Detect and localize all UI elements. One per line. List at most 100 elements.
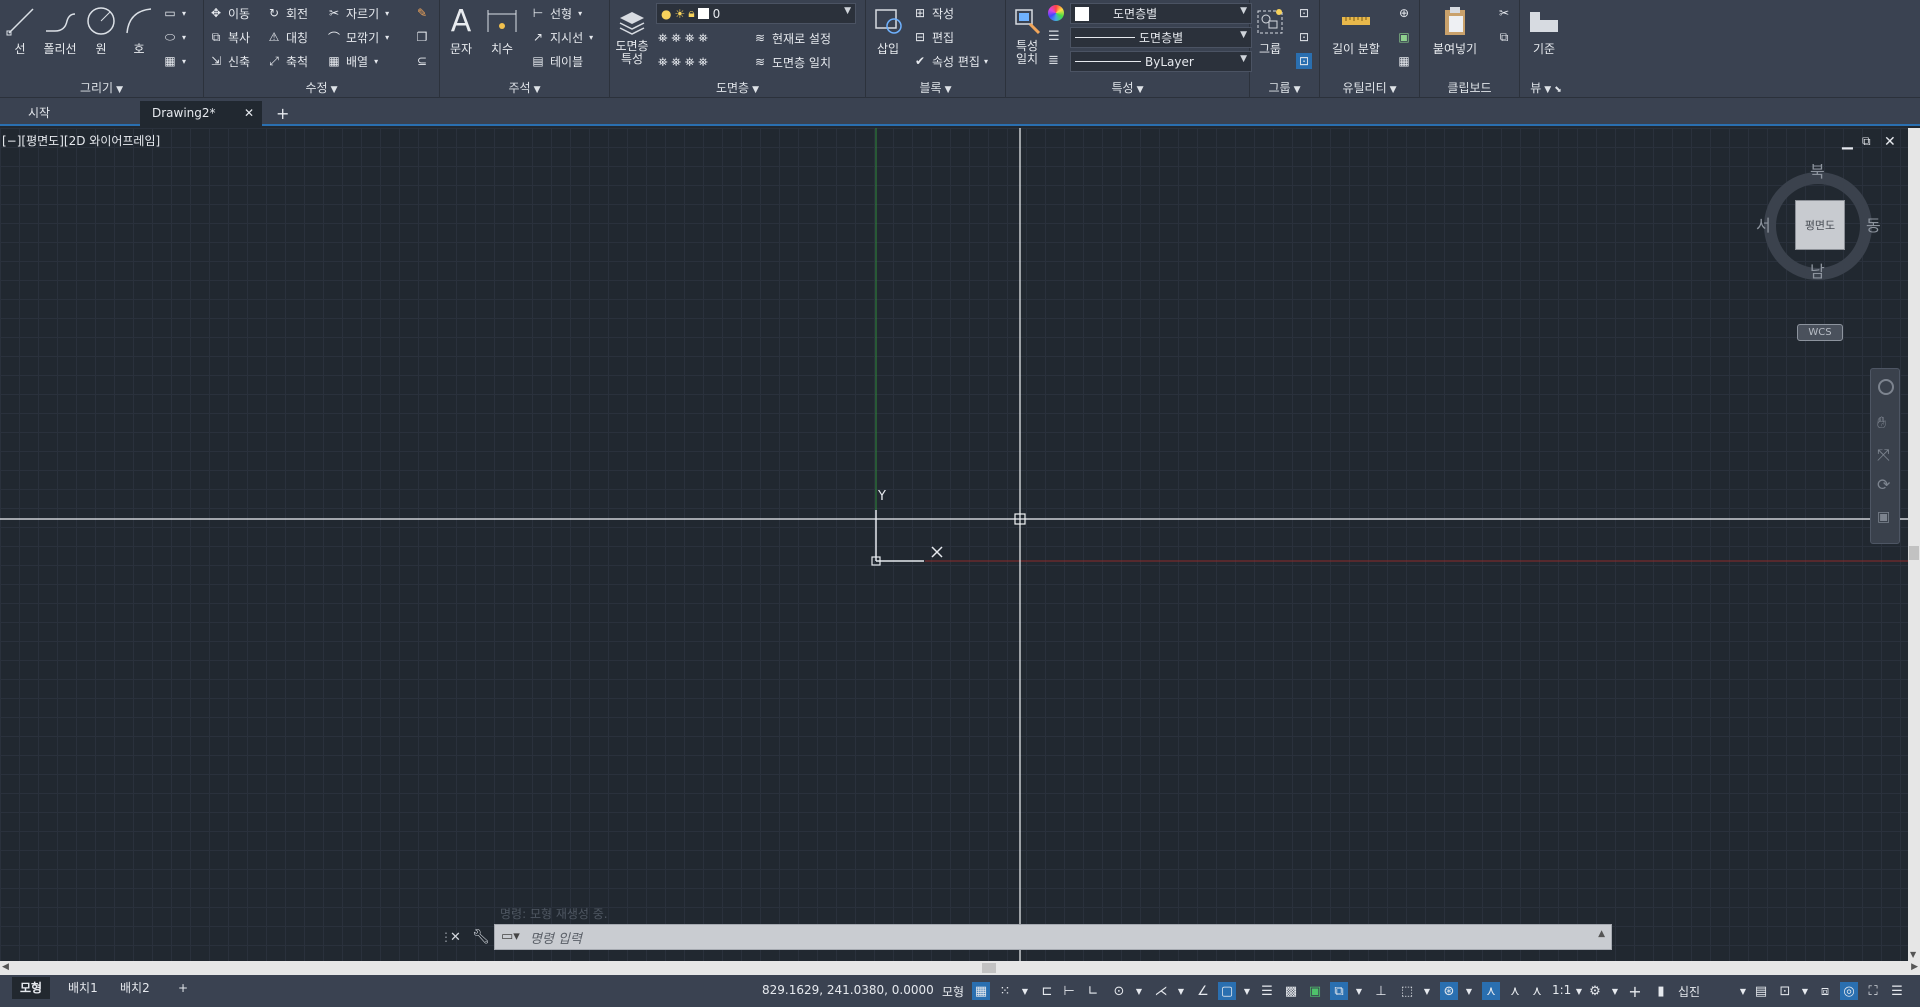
group-button[interactable]: 그룹 [1252,4,1288,57]
rectangle-button[interactable]: ▭ ▾ [162,2,186,24]
utility-id-button[interactable]: ⊕ [1396,2,1416,24]
lineweight-toggle-icon[interactable]: ☰ [1258,982,1276,1000]
viewport-close-icon[interactable]: ✕ [1884,134,1896,150]
arc-button[interactable]: 호 [122,4,156,57]
command-prompt-icon[interactable]: ▭▾ [501,929,520,944]
dynamic-input-icon[interactable]: ⊢ [1060,982,1078,1000]
groups-panel-title[interactable]: 그룹 ▼ [1250,78,1319,98]
selection-filter-menu-icon[interactable]: ▼ [1418,982,1436,1000]
annotation-scale-value[interactable]: 1:1 [1552,983,1571,997]
auto-scale-icon[interactable]: ⋏ [1506,982,1524,1000]
scale-button[interactable]: ⤢ 축척 [266,50,308,72]
scroll-right-arrow[interactable]: ▶ [1911,962,1918,972]
clean-screen-icon[interactable]: ⛶ [1864,982,1882,1000]
leader-button[interactable]: ↗ 지시선 ▾ [530,26,593,48]
selection-filter-icon[interactable]: ⬚ [1398,982,1416,1000]
polyline-button[interactable]: 폴리선 [40,4,80,57]
circle-button[interactable]: 원 [84,4,118,57]
isolate-objects-icon[interactable]: ⧈ [1816,982,1834,1000]
insert-block-button[interactable]: 삽입 [870,4,906,57]
create-block-button[interactable]: ⊞ 작성 [912,2,954,24]
hardware-acceleration-icon[interactable]: ◎ [1840,982,1858,1000]
tab-start[interactable]: 시작 [16,101,138,126]
layer-tool-icons-2[interactable]: ⛯ ⛯ ⛯ ⛯ [658,55,708,70]
showmotion-icon[interactable]: ▣ [1877,509,1890,525]
quick-select-button[interactable]: ▣ [1396,26,1416,48]
mirror-button[interactable]: ⚠ 대칭 [266,26,308,48]
layout-tab-model[interactable]: 모형 [12,977,51,999]
command-customize-icon[interactable]: 🔧︎ [472,929,490,945]
trim-button[interactable]: ✂ 자르기 ▾ [326,2,389,24]
linetype-dropdown[interactable]: 도면층별 ▼ [1070,27,1252,48]
hatch-button[interactable]: ▦ ▾ [162,50,186,72]
steering-wheel-icon[interactable] [1878,379,1894,395]
layers-panel-title[interactable]: 도면층 ▼ [610,78,865,98]
annotation-scale-icon[interactable]: ⋏ [1528,982,1546,1000]
layer-tool-icons[interactable]: ⛯ ⛯ ⛯ ⛯ [658,31,708,46]
group-select-button[interactable]: ⊡ [1296,50,1316,72]
orbit-icon[interactable]: ⟳ [1877,475,1890,494]
make-current-button[interactable]: ≋ 현재로 설정 [752,27,831,49]
rotate-button[interactable]: ↻ 회전 [266,2,308,24]
annotation-visibility-icon[interactable]: ⋏ [1482,982,1500,1000]
edit-attributes-button[interactable]: ✔ 속성 편집 ▾ [912,50,988,72]
3d-osnap-menu-icon[interactable]: ▼ [1350,982,1368,1000]
units-menu-icon[interactable]: ▼ [1734,982,1752,1000]
match-layer-button[interactable]: ≋ 도면층 일치 [752,51,831,73]
utilities-panel-title[interactable]: 유틸리티 ▼ [1320,78,1419,98]
selection-cycling-icon[interactable]: ▣ [1306,982,1324,1000]
block-panel-title[interactable]: 블록 ▼ [866,78,1005,98]
horizontal-scrollbar[interactable]: ◀ ▶ [0,961,1920,975]
compass-east[interactable]: 동 [1866,212,1881,236]
gizmo-menu-icon[interactable]: ▼ [1460,982,1478,1000]
viewport-restore-icon[interactable]: ⧉ [1862,134,1871,149]
line-button[interactable]: 선 [4,4,36,57]
calculator-button[interactable]: ▦ [1396,50,1416,72]
quick-properties-icon[interactable]: ▤ [1752,982,1770,1000]
workspace-menu-icon[interactable]: ▼ [1606,982,1624,1000]
coordinates-readout[interactable]: 829.1629, 241.0380, 0.0000 [762,983,934,997]
explode-button[interactable]: ❐ [414,26,434,48]
offset-button[interactable]: ⊆ [414,50,434,72]
color-dropdown[interactable]: 도면층별 ▼ [1070,3,1252,24]
model-space-button[interactable]: 모형 [942,983,964,1000]
dynamic-ucs-icon[interactable]: ⊥ [1372,982,1390,1000]
fillet-button[interactable]: ⌒ 모깎기 ▾ [326,26,389,48]
compass-north[interactable]: 북 [1810,158,1825,182]
object-snap-tracking-icon[interactable]: ∠ [1194,982,1212,1000]
snap-toggle-icon[interactable]: ⁙ [996,982,1014,1000]
units-icon[interactable]: ▮ [1652,982,1670,1000]
annotation-panel-title[interactable]: 주석 ▼ [440,78,609,98]
cut-button[interactable]: ✂ [1496,2,1516,24]
horizontal-scroll-thumb[interactable] [982,963,996,973]
gizmo-icon[interactable]: ⊛ [1440,982,1458,1000]
viewcube[interactable]: 평면도 북 남 서 동 [1756,162,1881,286]
vertical-scrollbar[interactable]: ▼ [1908,128,1920,961]
object-snap-icon[interactable]: ▢ [1218,982,1236,1000]
compass-south[interactable]: 남 [1810,258,1825,282]
polar-tracking-icon[interactable]: ⊙ [1110,982,1128,1000]
clipboard-panel-title[interactable]: 클립보드 [1420,78,1519,98]
tab-drawing2[interactable]: Drawing2* ✕ [140,101,262,126]
object-snap-menu-icon[interactable]: ▼ [1238,982,1256,1000]
3d-osnap-icon[interactable]: ⧉ [1330,982,1348,1000]
properties-panel-title[interactable]: 특성 ▼ [1006,78,1249,98]
workspace-gear-icon[interactable]: ⚙ [1586,982,1604,1000]
vertical-scroll-thumb[interactable] [1909,546,1919,560]
match-properties-button[interactable]: 특성 일치 [1008,4,1046,66]
pan-icon[interactable]: ✋︎ [1877,413,1886,433]
ellipse-button[interactable]: ⬭ ▾ [162,26,186,48]
isodraft-menu-icon[interactable]: ▼ [1172,982,1190,1000]
lineweight-dropdown[interactable]: ByLayer ▼ [1070,51,1252,72]
copy-clip-button[interactable]: ⧉ [1496,26,1516,48]
new-tab-button[interactable]: + [270,101,294,126]
layer-properties-button[interactable]: 도면층 특성 [612,4,652,66]
text-button[interactable]: A 문자 [444,4,478,57]
snap-menu-icon[interactable]: ▼ [1016,982,1034,1000]
move-button[interactable]: ✥ 이동 [208,2,250,24]
polar-menu-icon[interactable]: ▼ [1130,982,1148,1000]
drawing-viewport[interactable]: [−][평면도][2D 와이어프레임] Y X 평면도 북 남 서 동 WCS … [0,128,1908,961]
lock-ui-icon[interactable]: ⊡ [1776,982,1794,1000]
command-history-arrow[interactable]: ▲ [1598,929,1605,939]
compass-west[interactable]: 서 [1756,212,1771,236]
